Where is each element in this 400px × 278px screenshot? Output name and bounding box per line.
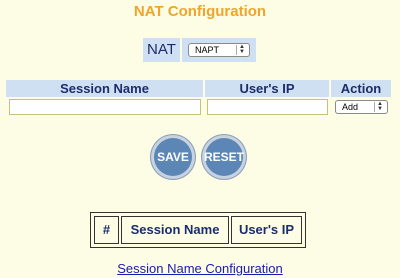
session-name-input[interactable] (9, 99, 201, 115)
nat-mode-selected: NAPT (195, 45, 220, 55)
table-header-session-name: Session Name (121, 216, 229, 244)
table-header-users-ip: User's IP (231, 216, 302, 244)
header-session-name: Session Name (6, 80, 203, 97)
dropdown-arrows-icon: ▲ ▼ (374, 101, 385, 112)
session-name-configuration-link[interactable]: Session Name Configuration (0, 261, 400, 276)
reset-button[interactable]: RESET (202, 135, 246, 179)
page-title: NAT Configuration (133, 3, 267, 20)
header-users-ip: User's IP (205, 80, 329, 97)
header-action: Action (331, 80, 391, 97)
action-selected: Add (342, 102, 359, 112)
nat-select-container: NAPT ▲ ▼ (182, 38, 256, 62)
action-select[interactable]: Add ▲ ▼ (335, 100, 388, 114)
users-ip-input[interactable] (207, 99, 328, 115)
dropdown-arrows-icon: ▲ ▼ (236, 44, 247, 55)
table-header-number: # (94, 216, 119, 244)
save-button[interactable]: SAVE (151, 135, 195, 179)
nat-mode-select[interactable]: NAPT ▲ ▼ (188, 43, 250, 57)
nat-label: NAT (143, 38, 180, 62)
sessions-table: # Session Name User's IP (90, 212, 306, 248)
